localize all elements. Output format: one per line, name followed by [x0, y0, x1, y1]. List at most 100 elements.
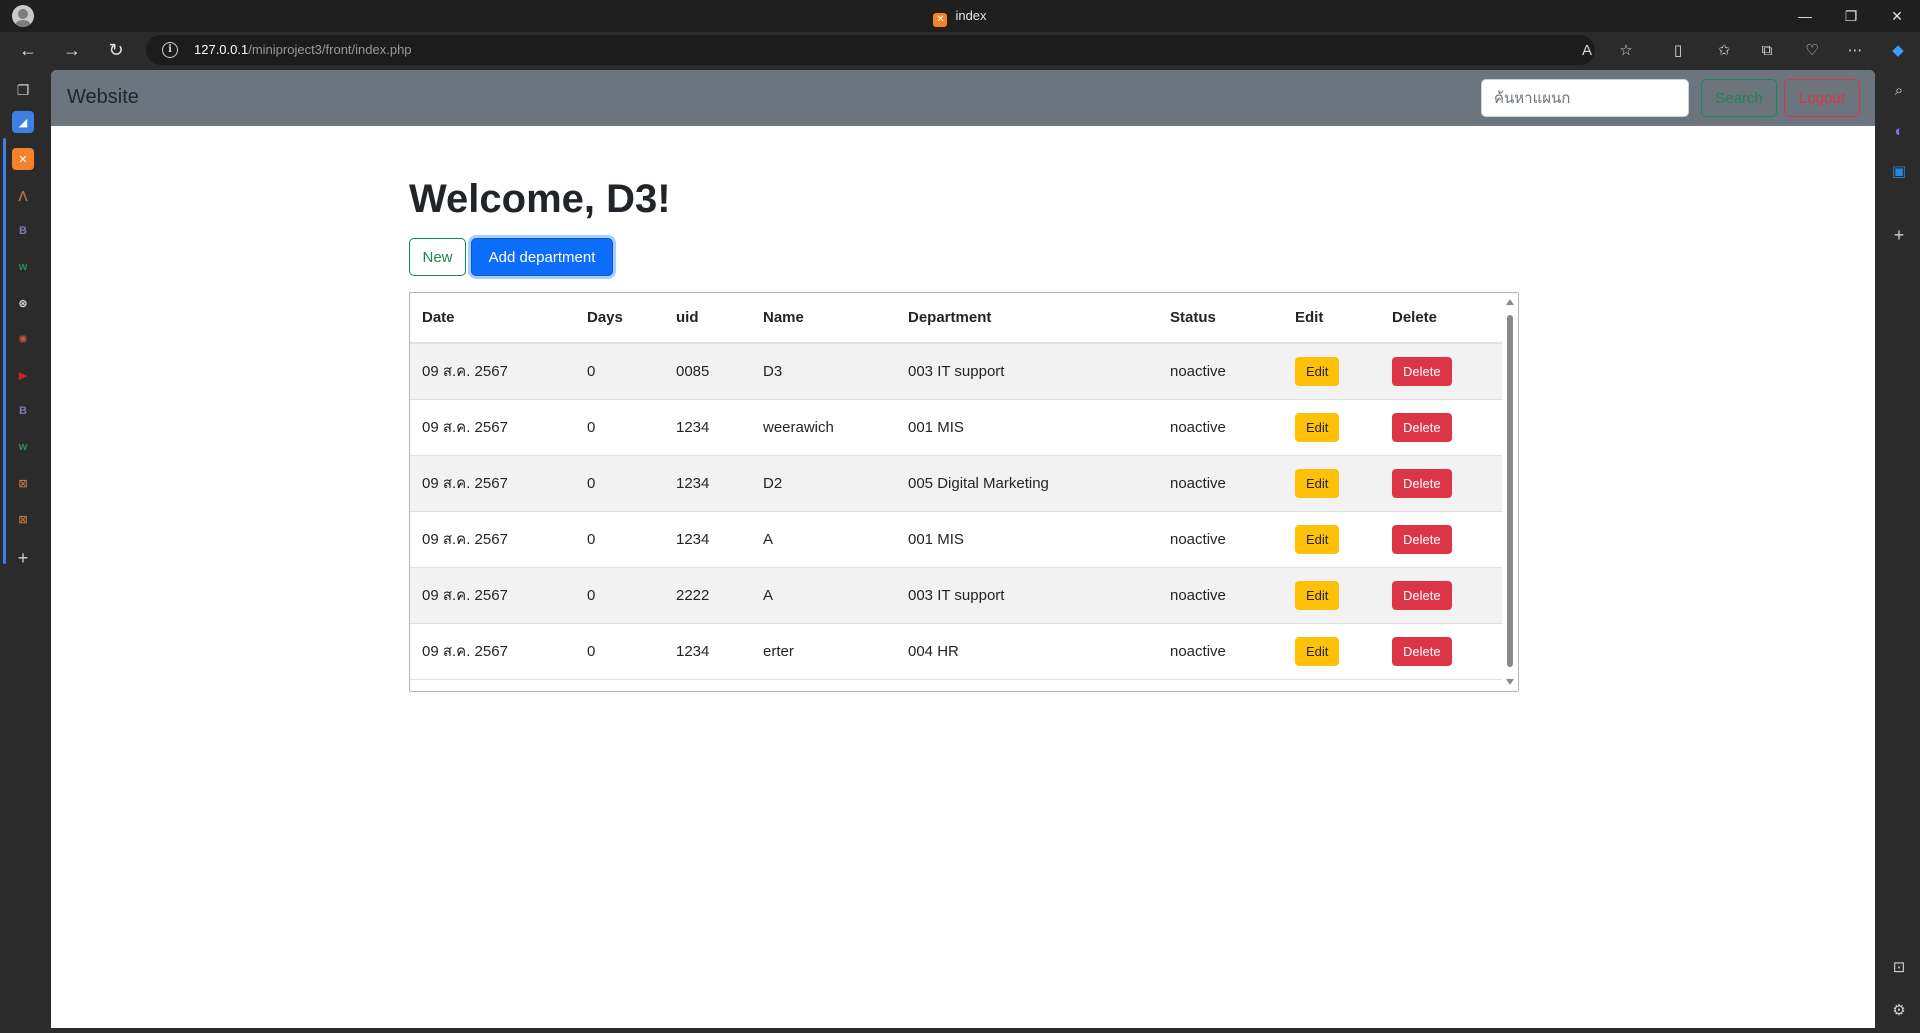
table-row: 09 ส.ค. 2567 0 1234 erter 004 HR noactiv…: [410, 623, 1503, 680]
screenshot-icon[interactable]: ⊡: [1888, 956, 1910, 978]
column-header: Edit: [1283, 293, 1380, 344]
name-cell: A: [751, 567, 896, 624]
tab-group-indicator: [3, 138, 6, 564]
table-row: 09 ส.ค. 2567 0 1234 D2 005 Digital Marke…: [410, 455, 1503, 512]
delete-cell: Delete: [1380, 343, 1503, 400]
outlook-icon[interactable]: ▣: [1888, 160, 1910, 182]
scroll-down-arrow-icon[interactable]: [1506, 679, 1514, 685]
tab-title: index: [955, 8, 987, 23]
department-cell: 001 MIS: [896, 399, 1158, 456]
tab-favicon-icon[interactable]: ⋀: [12, 184, 34, 206]
logout-button[interactable]: Logout: [1784, 79, 1860, 117]
scrollbar-thumb[interactable]: [1507, 315, 1513, 667]
edge-sidebar: ⌕ ◐ ▣ + ⊡ ⚙: [1876, 68, 1920, 1033]
delete-button[interactable]: Delete: [1392, 524, 1452, 554]
settings-gear-icon[interactable]: ⚙: [1888, 999, 1910, 1021]
date-cell: 09 ส.ค. 2567: [410, 623, 575, 680]
url-path: /miniproject3/front/index.php: [248, 42, 412, 57]
favorites-icon[interactable]: ✩: [1715, 41, 1733, 59]
uid-cell: 0085: [664, 343, 751, 400]
edit-button[interactable]: Edit: [1295, 636, 1340, 666]
tab-xampp-icon[interactable]: ⊠: [12, 472, 34, 494]
delete-cell: Delete: [1380, 455, 1503, 512]
tab-favicon-icon[interactable]: w: [12, 436, 34, 458]
tab-favicon-icon[interactable]: ✺: [12, 328, 34, 350]
days-cell: 0: [575, 623, 664, 680]
back-icon[interactable]: ←: [14, 38, 42, 62]
tab-favicon-icon[interactable]: w: [12, 256, 34, 278]
minimize-icon[interactable]: —: [1782, 0, 1828, 32]
page-title: Welcome, D3!: [409, 177, 671, 221]
url-text[interactable]: 127.0.0.1/miniproject3/front/index.php: [194, 42, 412, 57]
uid-cell: 1234: [664, 623, 751, 680]
records-table: Date Days uid Name Department Status Edi…: [410, 293, 1503, 680]
copilot-sidebar-icon[interactable]: ◐: [1888, 120, 1910, 142]
search-icon[interactable]: ⌕: [1888, 79, 1910, 101]
status-cell: noactive: [1158, 511, 1283, 568]
delete-button[interactable]: Delete: [1392, 356, 1452, 386]
date-cell: 09 ส.ค. 2567: [410, 399, 575, 456]
restore-icon[interactable]: ❐: [1828, 0, 1874, 32]
scroll-up-arrow-icon[interactable]: [1506, 299, 1514, 305]
edit-button[interactable]: Edit: [1295, 468, 1340, 498]
status-cell: noactive: [1158, 455, 1283, 512]
edit-cell: Edit: [1283, 343, 1380, 400]
column-header: Date: [410, 293, 575, 344]
days-cell: 0: [575, 399, 664, 456]
refresh-icon[interactable]: ↻: [102, 38, 130, 62]
table-row: 09 ส.ค. 2567 0 2222 A 003 IT support noa…: [410, 567, 1503, 624]
collections-icon[interactable]: ⧉: [1758, 41, 1776, 59]
delete-cell: Delete: [1380, 623, 1503, 680]
department-cell: 001 MIS: [896, 511, 1158, 568]
search-input[interactable]: [1481, 79, 1689, 117]
vertical-tabs-sidebar: ❐ ◢ ✕ ⋀ B w ⊛ ✺ ▶ B w ⊠ ⊠ +: [0, 68, 44, 1033]
department-cell: 003 IT support: [896, 567, 1158, 624]
tab-xampp-icon[interactable]: ⊠: [12, 508, 34, 530]
name-cell: erter: [751, 623, 896, 680]
delete-button[interactable]: Delete: [1392, 580, 1452, 610]
table-row: 09 ส.ค. 2567 0 0085 D3 003 IT support no…: [410, 343, 1503, 400]
browser-tab[interactable]: ✕ index: [0, 8, 1920, 27]
search-button[interactable]: Search: [1701, 79, 1777, 117]
more-menu-icon[interactable]: ⋯: [1846, 41, 1864, 59]
edit-button[interactable]: Edit: [1295, 580, 1340, 610]
copilot-icon[interactable]: ◆: [1889, 41, 1907, 59]
date-cell: 09 ส.ค. 2567: [410, 511, 575, 568]
tab-youtube-icon[interactable]: ▶: [12, 364, 34, 386]
tab-xampp-icon[interactable]: ✕: [12, 148, 34, 170]
add-department-button[interactable]: Add department: [471, 238, 613, 276]
tab-bootstrap-icon[interactable]: B: [12, 400, 34, 422]
forward-icon[interactable]: →: [58, 38, 86, 62]
add-sidebar-app-icon[interactable]: +: [1888, 224, 1910, 246]
delete-button[interactable]: Delete: [1392, 636, 1452, 666]
new-button[interactable]: New: [409, 238, 466, 276]
tab-favicon-icon[interactable]: ◢: [12, 111, 34, 133]
browser-essentials-icon[interactable]: ♡: [1803, 41, 1821, 59]
edit-cell: Edit: [1283, 511, 1380, 568]
status-cell: noactive: [1158, 623, 1283, 680]
column-header: uid: [664, 293, 751, 344]
delete-button[interactable]: Delete: [1392, 468, 1452, 498]
delete-button[interactable]: Delete: [1392, 412, 1452, 442]
new-tab-icon[interactable]: +: [12, 547, 34, 569]
edit-button[interactable]: Edit: [1295, 412, 1340, 442]
tab-chatgpt-icon[interactable]: ⊛: [12, 292, 34, 314]
split-screen-icon[interactable]: ▯: [1669, 41, 1687, 59]
date-cell: 09 ส.ค. 2567: [410, 567, 575, 624]
window-controls: — ❐ ✕: [1782, 0, 1920, 32]
column-header: Delete: [1380, 293, 1503, 344]
close-window-icon[interactable]: ✕: [1874, 0, 1920, 32]
tab-actions-icon[interactable]: ❐: [12, 79, 34, 101]
site-info-icon[interactable]: i: [162, 42, 178, 58]
edit-button[interactable]: Edit: [1295, 524, 1340, 554]
table-scrollbar[interactable]: [1502, 293, 1518, 691]
edit-button[interactable]: Edit: [1295, 356, 1340, 386]
read-aloud-icon[interactable]: A: [1578, 41, 1596, 59]
date-cell: 09 ส.ค. 2567: [410, 455, 575, 512]
tab-bootstrap-icon[interactable]: B: [12, 220, 34, 242]
column-header: Days: [575, 293, 664, 344]
delete-cell: Delete: [1380, 511, 1503, 568]
favorite-star-icon[interactable]: ☆: [1617, 41, 1635, 59]
brand-link[interactable]: Website: [67, 86, 139, 109]
address-bar[interactable]: i 127.0.0.1/miniproject3/front/index.php: [146, 35, 1595, 65]
